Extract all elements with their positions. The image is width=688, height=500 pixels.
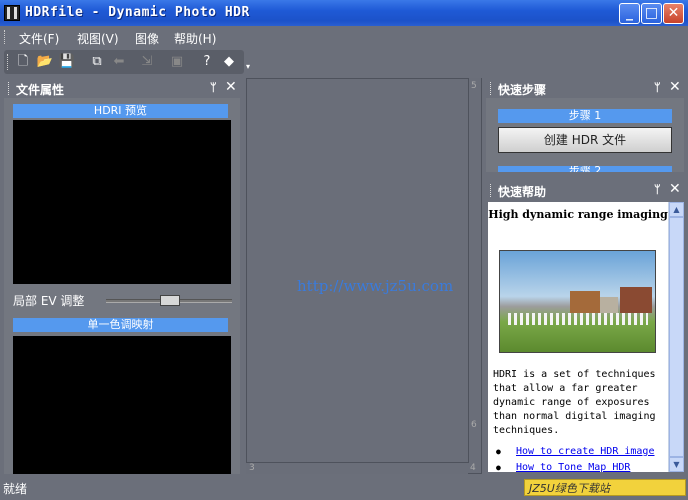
new-file-icon[interactable]: 🗋 [14, 53, 32, 71]
vertical-ruler: 5 6 [468, 78, 481, 463]
hdri-preview-label: HDRI 预览 [13, 104, 228, 118]
menu-image[interactable]: 图像 [135, 30, 159, 47]
ruler-number: 3 [249, 463, 255, 473]
hdr-sample-image [499, 250, 656, 353]
close-icon[interactable]: ✕ [669, 181, 681, 197]
panel-grip[interactable] [8, 82, 11, 95]
menu-view[interactable]: 视图(V) [77, 30, 119, 47]
quick-help-header: 快速帮助 ᛘ ✕ [486, 180, 684, 200]
toolbar-overflow-icon[interactable]: ▾ [246, 62, 254, 72]
link-create-hdr[interactable]: How to create HDR image [516, 446, 654, 457]
menu-file[interactable]: 文件(F) [19, 30, 59, 47]
paste-icon[interactable]: ▣ [168, 53, 186, 71]
pin-icon[interactable]: ᛘ [654, 81, 661, 94]
file-props-header: 文件属性 ᛘ ✕ [4, 78, 240, 98]
ev-slider-thumb[interactable] [160, 295, 180, 306]
create-hdr-button[interactable]: 创建 HDR 文件 [498, 127, 672, 153]
fence-shape [508, 313, 648, 325]
step2-label: 步骤 2 [498, 166, 672, 172]
quick-steps-header: 快速步骤 ᛘ ✕ [486, 78, 684, 98]
pin-icon[interactable]: ᛘ [210, 81, 217, 94]
open-folder-icon[interactable]: 📂 [36, 53, 54, 71]
site-badge: JZ5U绿色下载站 www.jz5u.com [524, 479, 686, 500]
toolbar-grip[interactable] [7, 54, 10, 70]
house-shape [570, 291, 600, 313]
menu-grip[interactable] [4, 30, 7, 44]
copy-icon[interactable]: ⧉ [88, 53, 106, 71]
back-arrow-icon[interactable]: ⬅ [110, 53, 128, 71]
menu-help[interactable]: 帮助(H) [174, 30, 216, 47]
close-icon[interactable]: ✕ [225, 79, 237, 95]
close-button[interactable]: ✕ [663, 3, 684, 24]
help-icon[interactable]: ? [198, 53, 216, 71]
toolbar: 🗋 📂 💾 ⧉ ⬅ ⇲ ▣ ? ◆ [4, 50, 244, 74]
pin-icon[interactable]: ᛘ [654, 183, 661, 196]
tonemap-preview [13, 336, 231, 474]
title-bar: HDRfile - Dynamic Photo HDR _ □ ✕ [0, 0, 688, 26]
panel-grip[interactable] [490, 184, 493, 197]
workspace[interactable] [246, 78, 482, 474]
horizontal-ruler: 3 [246, 462, 468, 474]
quick-steps-title: 快速步骤 [498, 83, 547, 97]
menu-bar: 文件(F) 视图(V) 图像 帮助(H) [0, 26, 688, 48]
quick-help-content: High dynamic range imaging HDRI is a set… [488, 202, 683, 472]
ruler-number: 4 [470, 463, 476, 473]
panel-grip[interactable] [490, 82, 493, 95]
save-icon[interactable]: 💾 [58, 53, 76, 71]
file-props-title: 文件属性 [16, 83, 65, 97]
house-shape [620, 287, 652, 313]
step1-label: 步骤 1 [498, 109, 672, 123]
hdri-preview [13, 120, 231, 284]
tonemap-label: 单一色调映射 [13, 318, 228, 332]
quick-help-title: 快速帮助 [498, 185, 547, 199]
window-title: HDRfile - Dynamic Photo HDR [25, 5, 250, 20]
link-tone-map[interactable]: How to Tone Map HDR [516, 462, 630, 472]
minimize-button[interactable]: _ [619, 3, 640, 24]
scroll-down-icon[interactable]: ▼ [669, 457, 684, 472]
ruler-number: 5 [471, 81, 477, 91]
help-scrollbar[interactable]: ▲ ▼ [668, 202, 684, 472]
app-icon[interactable] [4, 5, 20, 21]
close-icon[interactable]: ✕ [669, 79, 681, 95]
scroll-thumb[interactable] [669, 217, 684, 457]
export-icon[interactable]: ⇲ [138, 53, 156, 71]
watermark-text: http://www.jz5u.com [297, 277, 454, 295]
help-body-text: HDRI is a set of techniques that allow a… [493, 369, 656, 436]
house-shape [600, 297, 618, 313]
maximize-button[interactable]: □ [641, 3, 662, 24]
status-text: 就绪 [3, 482, 28, 496]
scroll-up-icon[interactable]: ▲ [669, 202, 684, 217]
ruler-number: 6 [471, 420, 477, 430]
help-links: How to create HDR image How to Tone Map … [496, 444, 666, 472]
tag-icon[interactable]: ◆ [220, 53, 238, 71]
help-heading: High dynamic range imaging [488, 208, 668, 221]
ev-adjust-label: 局部 EV 调整 [13, 294, 85, 308]
